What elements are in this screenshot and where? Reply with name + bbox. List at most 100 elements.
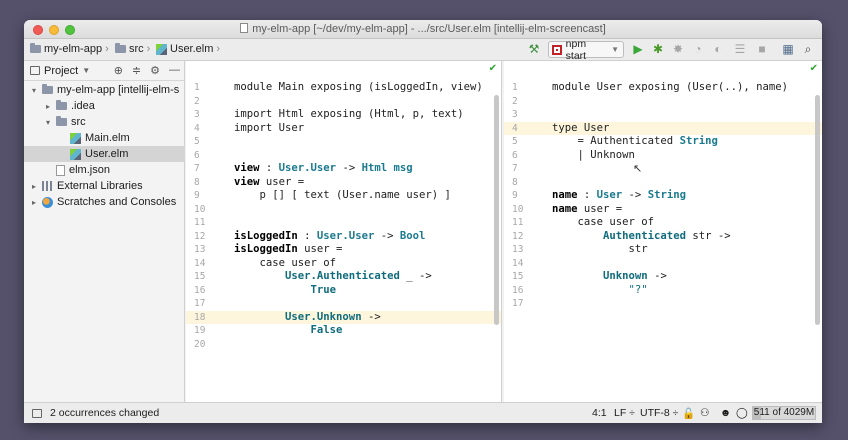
debug-icon[interactable]: ✱ xyxy=(650,42,666,56)
code-line[interactable]: 5 xyxy=(186,135,501,149)
expanded-arrow-icon[interactable]: ▾ xyxy=(44,118,52,127)
code-line[interactable]: 6 xyxy=(186,149,501,163)
collapsed-arrow-icon[interactable]: ▸ xyxy=(30,198,38,207)
code-line[interactable]: 7 view : User.User -> Html msg xyxy=(186,162,501,176)
search-icon[interactable]: ⌕ xyxy=(800,42,816,56)
gear-icon[interactable]: ⚙ xyxy=(150,64,160,77)
code-line[interactable]: 15 User.Authenticated _ -> xyxy=(186,270,501,284)
code-line[interactable]: 9 p [] [ text (User.name user) ] xyxy=(186,189,501,203)
editor-left-main-elm[interactable]: 1 module Main exposing (isLoggedIn, view)… xyxy=(186,61,502,402)
caret-position[interactable]: 4:1 xyxy=(592,407,607,419)
tree-item[interactable]: Main.elm xyxy=(24,130,130,146)
code-line[interactable]: 2 xyxy=(504,95,822,109)
code-token: User xyxy=(596,81,629,93)
code-line[interactable]: 10 xyxy=(186,203,501,217)
tree-item[interactable]: ▸ .idea xyxy=(24,98,95,114)
breadcrumb-src[interactable]: src › xyxy=(115,43,150,55)
code-text: module Main exposing (isLoggedIn, view) xyxy=(234,81,483,95)
hide-panel-icon[interactable]: — xyxy=(169,64,180,77)
attach-icon[interactable]: ☰ xyxy=(732,42,748,56)
line-number: 17 xyxy=(512,298,524,309)
code-token: user xyxy=(609,216,642,228)
run-icon[interactable]: ▶ xyxy=(630,42,646,56)
code-line[interactable]: 13 isLoggedIn user = xyxy=(186,243,501,257)
tree-item[interactable]: elm.json xyxy=(24,162,110,178)
code-line[interactable]: 8 view user = xyxy=(186,176,501,190)
code-line[interactable]: 18 User.Unknown -> xyxy=(186,310,501,324)
tree-item[interactable]: ▾ my-elm-app [intellij-elm-s xyxy=(24,82,179,98)
code-line[interactable]: 1 module Main exposing (isLoggedIn, view) xyxy=(186,81,501,95)
code-line[interactable]: 14 case user of xyxy=(186,257,501,271)
code-token: user = xyxy=(297,243,343,255)
code-line[interactable]: 19 False xyxy=(186,324,501,338)
folder-icon xyxy=(42,84,53,94)
collapsed-arrow-icon[interactable]: ▸ xyxy=(30,182,38,191)
code-line[interactable]: 7 xyxy=(504,162,822,176)
lock-icon[interactable]: 🔓 xyxy=(682,407,695,420)
folder-icon xyxy=(115,43,126,53)
event-log-icon[interactable]: ◯ xyxy=(736,407,748,419)
code-token: Authenticated xyxy=(603,229,686,242)
code-line[interactable]: 4 type User xyxy=(504,121,822,135)
collapse-all-icon[interactable]: ≑ xyxy=(132,64,141,77)
file-encoding[interactable]: UTF-8 ÷ xyxy=(640,407,678,419)
stop-icon[interactable]: ■ xyxy=(754,42,770,56)
tool-windows-icon[interactable] xyxy=(32,408,42,418)
coverage-icon[interactable]: ✸ xyxy=(670,42,686,56)
code-line[interactable]: 14 xyxy=(504,257,822,271)
line-number: 20 xyxy=(194,338,206,350)
line-number: 3 xyxy=(194,109,200,120)
tree-item[interactable]: ▸ External Libraries xyxy=(24,178,143,194)
code-line[interactable]: 16 "?" xyxy=(504,284,822,298)
code-line[interactable]: 5 = Authenticated String xyxy=(504,135,822,149)
code-line[interactable]: 17 xyxy=(186,297,501,311)
collapsed-arrow-icon[interactable]: ▸ xyxy=(44,102,52,111)
memory-indicator[interactable]: 511 of 4029M xyxy=(752,406,816,420)
code-line[interactable]: 20 xyxy=(186,338,501,352)
code-line[interactable]: 17 xyxy=(504,297,822,311)
chevron-down-icon[interactable]: ▼ xyxy=(82,66,90,75)
code-line[interactable]: 4 import User xyxy=(186,122,501,136)
code-line[interactable]: 12 Authenticated str -> xyxy=(504,230,822,244)
expanded-arrow-icon[interactable]: ▾ xyxy=(30,86,38,95)
code-line[interactable]: 9 name : User -> String xyxy=(504,189,822,203)
concurrency-icon[interactable]: ◐ xyxy=(710,42,726,56)
breadcrumb-project[interactable]: my-elm-app › xyxy=(30,43,109,55)
project-structure-icon[interactable]: ▦ xyxy=(780,42,796,56)
code-line[interactable]: 12 isLoggedIn : User.User -> Bool xyxy=(186,230,501,244)
code-line[interactable]: 8 xyxy=(504,176,822,190)
chevron-down-icon: ▼ xyxy=(611,45,619,54)
hammer-icon[interactable]: ⚒ xyxy=(526,42,542,56)
code-token: User.Authenticated xyxy=(285,270,400,282)
tree-item[interactable]: ▾ src xyxy=(24,114,86,130)
code-line[interactable]: 16 True xyxy=(186,284,501,298)
code-line[interactable]: 3 xyxy=(504,108,822,122)
code-line[interactable]: 3 import Html exposing (Html, p, text) xyxy=(186,108,501,122)
code-line[interactable]: 6 | Unknown xyxy=(504,149,822,163)
code-line[interactable]: 15 Unknown -> xyxy=(504,270,822,284)
git-icon[interactable]: ⚇ xyxy=(700,407,709,419)
code-token: : xyxy=(297,229,317,242)
tree-item[interactable]: User.elm xyxy=(24,146,185,162)
inspection-icon[interactable]: ☻ xyxy=(720,407,731,419)
code-line[interactable]: 13 str xyxy=(504,243,822,257)
run-config-select[interactable]: npm start ▼ xyxy=(548,38,624,62)
code-token: : xyxy=(259,162,279,174)
code-line[interactable]: 2 xyxy=(186,95,501,109)
code-line[interactable]: 1 module User exposing (User(..), name) xyxy=(504,81,822,95)
editor-right-user-elm[interactable]: 1 module User exposing (User(..), name) 2 3… xyxy=(504,61,822,402)
scrollbar[interactable] xyxy=(815,95,820,325)
scrollbar[interactable] xyxy=(494,95,499,325)
project-panel-title[interactable]: Project xyxy=(44,65,78,77)
locate-icon[interactable]: ⊕ xyxy=(114,64,123,77)
breadcrumb-file[interactable]: User.elm › xyxy=(156,43,220,55)
code-line[interactable]: 11 xyxy=(186,216,501,230)
code-text: view user = xyxy=(234,176,304,190)
line-number: 6 xyxy=(512,149,518,161)
code-token: : xyxy=(577,189,597,201)
profile-icon[interactable]: ◔ xyxy=(690,42,706,56)
tree-item[interactable]: ▸ Scratches and Consoles xyxy=(24,194,176,210)
code-line[interactable]: 10 name user = xyxy=(504,203,822,217)
code-line[interactable]: 11 case user of xyxy=(504,216,822,230)
line-separator[interactable]: LF ÷ xyxy=(614,407,635,419)
